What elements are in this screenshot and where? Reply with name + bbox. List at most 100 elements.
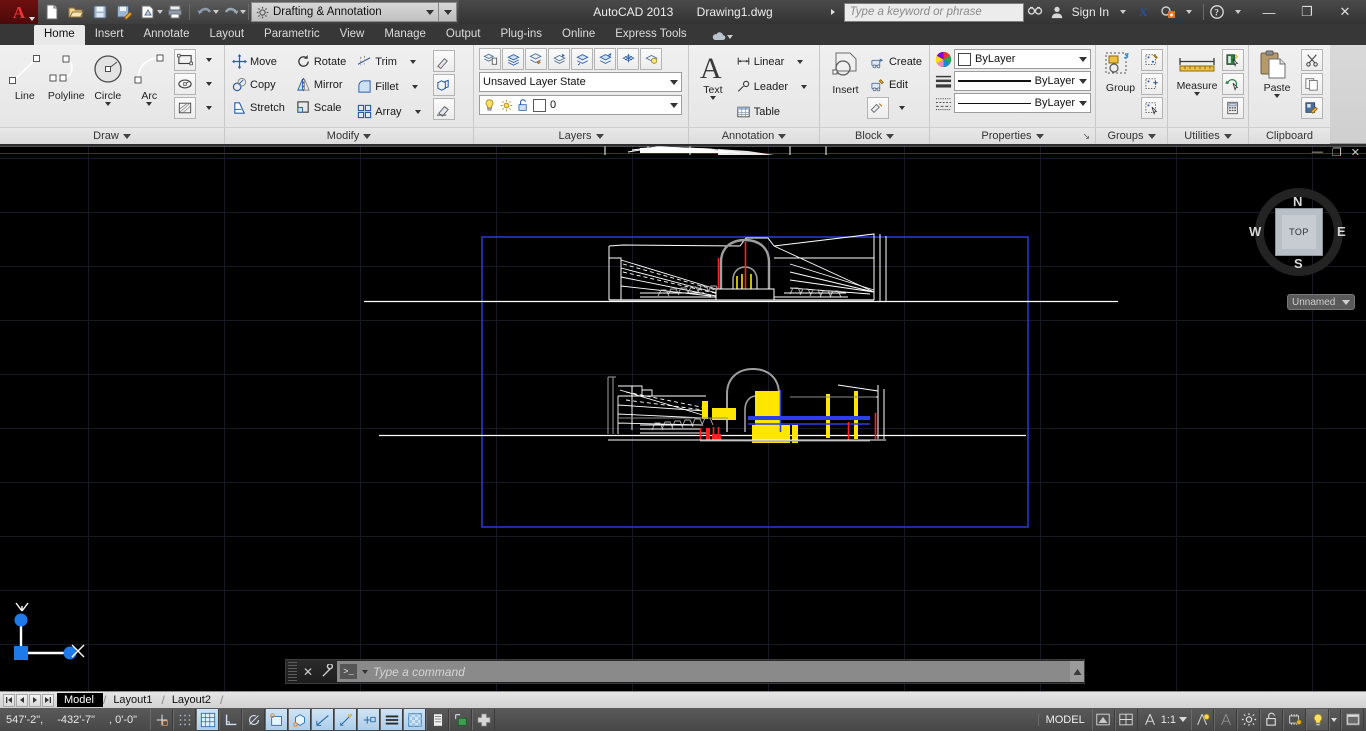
transparency-icon[interactable] [403,709,426,730]
command-history-chevron-icon[interactable] [362,669,368,674]
sign-in-chevron-icon[interactable] [1113,0,1135,24]
annotation-visibility-icon[interactable] [1191,709,1214,730]
array-dropdown-icon[interactable] [407,101,429,123]
tab-manage[interactable]: Manage [374,25,436,45]
panel-groups-title[interactable]: Groups [1096,127,1167,144]
autodesk-360-icon[interactable] [1157,0,1179,24]
block-create-button[interactable]: Create [867,50,925,73]
group-selection-icon[interactable] [1141,97,1163,119]
object-snap-tracking-icon[interactable] [311,709,334,730]
layer-properties-icon[interactable] [479,48,501,70]
modify-copy-button[interactable]: Copy [229,73,288,96]
coordinate-display[interactable]: 547'-2", -432'-7" , 0'-0" [0,714,150,726]
hatch-icon[interactable] [174,97,196,119]
chevron-down-icon[interactable] [885,133,894,139]
layer-on-icon[interactable] [640,48,662,70]
group-button[interactable]: Group [1100,48,1141,94]
linear-dropdown-icon[interactable] [789,51,811,73]
chevron-down-icon[interactable] [1179,717,1187,722]
group-add-icon[interactable] [1141,73,1163,95]
chevron-down-icon[interactable] [1223,133,1232,139]
draw-polyline-button[interactable]: Polyline [46,48,88,102]
tab-express-tools[interactable]: Express Tools [605,25,696,45]
modify-array-button[interactable]: Array [354,100,404,123]
plot-icon[interactable] [163,1,187,23]
block-attribute-dropdown-icon[interactable] [891,97,913,119]
panel-annotation-title[interactable]: Annotation [689,127,819,144]
properties-dialog-launcher-icon[interactable]: ↘ [1082,131,1090,142]
annotation-leader-button[interactable]: Leader [733,75,791,98]
clean-screen-icon[interactable] [1341,709,1364,730]
annotation-text-button[interactable]: A Text [693,48,733,100]
tab-view[interactable]: View [330,25,375,45]
view-cube-west-label[interactable]: W [1249,224,1261,239]
trim-dropdown-icon[interactable] [402,51,424,73]
layer-match-icon[interactable] [525,48,547,70]
view-cube-top-face[interactable]: TOP [1275,208,1323,256]
lineweight-icon[interactable] [380,709,403,730]
search-input[interactable]: Type a keyword or phrase [843,2,1024,22]
chevron-down-icon[interactable] [1079,100,1087,106]
prev-layout-button[interactable] [16,693,28,707]
tab-online[interactable]: Online [552,25,605,45]
tab-plugins[interactable]: Plug-ins [490,25,552,45]
draw-circle-button[interactable]: Circle [87,48,129,106]
cloud-status-icon[interactable] [711,31,733,45]
command-scroll-up-icon[interactable] [1070,661,1084,682]
lineweight-dropdown[interactable]: ByLayer [954,93,1091,113]
modify-trim-button[interactable]: Trim [354,50,400,73]
chevron-down-icon[interactable] [363,133,372,139]
chevron-down-icon[interactable] [1079,78,1087,84]
3d-object-snap-icon[interactable] [288,709,311,730]
hardware-acceleration-icon[interactable] [1283,709,1306,730]
dynamic-ucs-icon[interactable] [334,709,357,730]
workspace-dropdown[interactable]: Drafting & Annotation [251,2,439,22]
command-line-settings-icon[interactable] [317,664,337,679]
user-icon[interactable] [1046,0,1068,24]
view-cube-south-label[interactable]: S [1294,256,1303,271]
new-icon[interactable] [40,1,64,23]
layout-tab-layout2[interactable]: Layout2 [165,693,220,707]
paste-special-icon[interactable] [1301,97,1323,119]
sign-in-button[interactable]: Sign In [1068,5,1113,19]
current-layer-dropdown[interactable]: 0 [479,95,682,115]
rectangle-icon[interactable] [174,49,196,71]
quick-properties-icon[interactable] [426,709,449,730]
chevron-down-icon[interactable] [1194,92,1200,96]
hatch-dropdown-icon[interactable] [198,97,220,119]
layout-tab-layout1[interactable]: Layout1 [106,693,161,707]
tab-parametric[interactable]: Parametric [254,25,330,45]
block-edit-button[interactable]: Edit [867,73,925,96]
tab-output[interactable]: Output [436,25,491,45]
help-icon[interactable]: ? [1206,0,1228,24]
toolbar-lock-icon[interactable] [1260,709,1283,730]
model-layout-icon[interactable] [1114,709,1138,730]
ortho-mode-icon[interactable] [219,709,242,730]
grid-display-icon[interactable] [196,709,219,730]
modify-mirror-button[interactable]: Mirror [293,73,349,96]
copy-clip-icon[interactable] [1301,73,1323,95]
chevron-down-icon[interactable] [1147,133,1156,139]
autodesk-360-chevron-icon[interactable] [1179,0,1201,24]
chevron-down-icon[interactable] [1035,133,1044,139]
chevron-down-icon[interactable] [240,10,246,14]
polar-tracking-icon[interactable] [242,709,265,730]
open-icon[interactable] [64,1,88,23]
tab-layout[interactable]: Layout [200,25,255,45]
first-layout-button[interactable] [3,693,15,707]
annotation-table-button[interactable]: Table [733,100,783,123]
named-view-dropdown[interactable]: Unnamed [1287,294,1355,310]
layer-off-icon[interactable] [571,48,593,70]
layer-previous-icon[interactable] [548,48,570,70]
workspace-switch-icon[interactable] [1237,709,1260,730]
color-dropdown[interactable]: ByLayer [954,49,1091,69]
annotation-scale-control[interactable]: 1:1 [1138,712,1191,727]
cut-icon[interactable] [1301,49,1323,71]
search-icon[interactable] [1024,0,1046,24]
layer-isolate-icon[interactable] [594,48,616,70]
fillet-dropdown-icon[interactable] [404,76,426,98]
chevron-down-icon[interactable] [1342,299,1350,305]
isolate-objects-icon[interactable] [1306,709,1329,730]
rectangle-dropdown-icon[interactable] [198,49,220,71]
save-icon[interactable] [88,1,112,23]
